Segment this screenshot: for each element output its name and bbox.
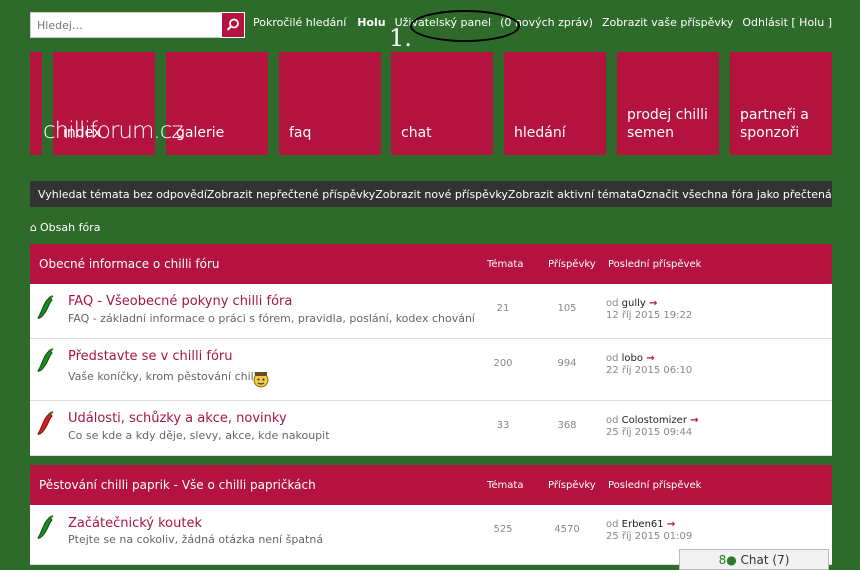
column-posts: Příspěvky [548,480,596,491]
annotation-number: 1. [389,24,412,52]
forum-title[interactable]: FAQ - Všeobecné pokyny chilli fóra [68,294,292,309]
forum-category: Obecné informace o chilli fóru Témata Př… [30,244,832,456]
annotation-ellipse [410,10,520,42]
last-post-prefix: od [606,519,619,530]
home-icon: ⌂ [30,221,37,234]
last-post: od Erben61 → 25 říj 2015 01:09 [606,519,692,543]
last-post-prefix: od [606,415,619,426]
forum-title[interactable]: Události, schůzky a akce, novinky [68,411,287,426]
last-post-author[interactable]: gully [622,298,646,309]
column-last-post: Poslední příspěvek [608,259,702,270]
forum-row: Události, schůzky a akce, novinky Co se … [30,401,832,456]
last-post: od lobo → 22 říj 2015 06:10 [606,353,692,377]
category-title[interactable]: Pěstování chilli paprik - Vše o chilli p… [39,478,316,492]
last-post-prefix: od [606,298,619,309]
search-box [30,12,245,38]
mark-read-link[interactable]: Označit všechna fóra jako přečtená [637,188,832,201]
column-topics: Témata [487,480,524,491]
quick-links-bar: Vyhledat témata bez odpovědí Zobrazit ne… [30,181,832,207]
advanced-search-link[interactable]: Pokročilé hledání [253,16,346,29]
my-posts-link[interactable]: Zobrazit vaše příspěvky [602,16,733,29]
tile-label: partneři a sponzoři [740,107,809,141]
logout-link[interactable]: Odhlásit [ Holu ] [742,16,832,29]
last-post-date: 12 říj 2015 19:22 [606,310,693,321]
last-post-author[interactable]: lobo [622,353,643,364]
green-pepper-icon [37,348,54,372]
tile-label: chat [401,125,432,141]
search-input[interactable] [31,13,221,37]
topics-count: 33 [496,420,510,431]
tile-hledani[interactable]: hledání [504,52,606,155]
last-post-author[interactable]: Colostomizer [622,415,687,426]
tile-label: faq [289,125,312,141]
green-pepper-icon [37,515,54,539]
tile-label: hledání [514,125,566,141]
green-pepper-icon [37,295,54,319]
forum-description: FAQ - základní informace o práci s fórem… [68,312,475,325]
go-to-post-icon[interactable]: → [646,353,654,364]
go-to-post-icon[interactable]: → [649,298,657,309]
go-to-post-icon[interactable]: → [667,519,675,530]
username[interactable]: Holu [357,16,385,29]
search-button[interactable] [221,12,245,38]
column-posts: Příspěvky [548,259,596,270]
last-post: od Colostomizer → 25 říj 2015 09:44 [606,415,699,439]
site-logo[interactable]: chilliforum.cz [43,118,183,144]
unread-posts-link[interactable]: Zobrazit nepřečtené příspěvky [207,188,375,201]
category-title[interactable]: Obecné informace o chilli fóru [39,257,220,271]
last-post-date: 25 říj 2015 09:44 [606,427,693,438]
red-pepper-icon [37,411,54,435]
category-header: Obecné informace o chilli fóru Témata Př… [30,244,832,284]
topics-count: 21 [496,303,510,314]
forum-title[interactable]: Začátečnický koutek [68,516,202,531]
chat-widget[interactable]: 8● Chat (7) [679,549,829,570]
unanswered-topics-link[interactable]: Vyhledat témata bez odpovědí [38,188,207,201]
forum-description: Ptejte se na cokoliv, žádná otázka není … [68,533,324,546]
posts-count: 4570 [554,524,580,535]
tile-partial[interactable] [30,52,42,155]
forum-row: FAQ - Všeobecné pokyny chilli fóra FAQ -… [30,284,832,339]
topics-count: 200 [493,358,513,369]
breadcrumb[interactable]: ⌂ Obsah fóra [30,221,100,234]
chat-label: Chat (7) [740,553,790,567]
breadcrumb-label: Obsah fóra [39,221,101,234]
last-post-prefix: od [606,353,619,364]
posts-count: 368 [557,420,577,431]
tile-label: prodej chilli semen [627,107,708,141]
tile-prodej[interactable]: prodej chilli semen [617,52,719,155]
posts-count: 994 [557,358,577,369]
category-header: Pěstování chilli paprik - Vše o chilli p… [30,465,832,505]
forum-title[interactable]: Představte se v chilli fóru [68,349,233,364]
posts-count: 105 [557,303,577,314]
forum-description: Vaše koníčky, krom pěstování chilli [68,370,260,383]
go-to-post-icon[interactable]: → [690,415,698,426]
smiley-icon [253,372,269,388]
tile-label: galerie [176,125,225,141]
forum-row: Představte se v chilli fóru Vaše koníčky… [30,339,832,401]
active-topics-link[interactable]: Zobrazit aktivní témata [508,188,637,201]
column-topics: Témata [487,259,524,270]
tile-faq[interactable]: faq [279,52,381,155]
column-last-post: Poslední příspěvek [608,480,702,491]
new-posts-link[interactable]: Zobrazit nové příspěvky [375,188,508,201]
search-icon [226,18,239,31]
forum-description: Co se kde a kdy děje, slevy, akce, kde n… [68,429,330,442]
users-online-icon: 8● [718,553,737,567]
tile-chat[interactable]: chat [391,52,493,155]
last-post-author[interactable]: Erben61 [622,519,664,530]
last-post: od gully → 12 říj 2015 19:22 [606,298,692,322]
topics-count: 525 [493,524,513,535]
last-post-date: 25 říj 2015 01:09 [606,531,693,542]
last-post-date: 22 říj 2015 06:10 [606,365,693,376]
tile-partneri[interactable]: partneři a sponzoři [730,52,832,155]
